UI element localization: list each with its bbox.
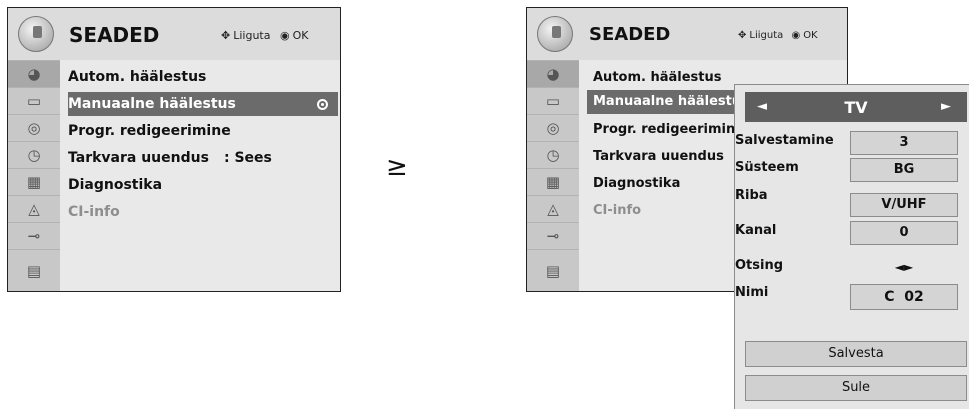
lock-icon-right[interactable]: ◬: [527, 195, 579, 222]
name-value[interactable]: C 02: [850, 284, 958, 310]
menu-item-ci-info[interactable]: CI-info: [68, 200, 338, 224]
field-label-search: Otsing: [735, 258, 784, 273]
mode-right-arrow-icon[interactable]: ►: [941, 99, 951, 114]
input-icon-right[interactable]: ⊸: [527, 222, 579, 249]
satellite-icon[interactable]: ◕: [8, 60, 60, 87]
lock-icon[interactable]: ◬: [8, 195, 60, 222]
ok-icon-right: ◉: [791, 30, 801, 41]
field-label-name: Nimi: [735, 285, 769, 300]
menu-item-auto-tuning[interactable]: Autom. häälestus: [68, 65, 338, 89]
audio-icon-right[interactable]: ◎: [527, 114, 579, 141]
options-icon[interactable]: ▦: [8, 168, 60, 195]
system-value[interactable]: BG: [850, 158, 958, 182]
field-label-band: Riba: [735, 188, 768, 203]
usb-icon[interactable]: ▤: [8, 249, 60, 291]
input-icon[interactable]: ⊸: [8, 222, 60, 249]
category-sidebar-right: ◕ ▭ ◎ ◷ ▦ ◬ ⊸ ▤: [527, 60, 579, 291]
mode-value: TV: [844, 98, 868, 117]
move-hint-label: Liiguta: [233, 29, 271, 42]
close-button[interactable]: Sule: [745, 375, 967, 401]
ok-icon: ◉: [279, 29, 290, 42]
settings-header: SEADED ✥ Liiguta ◉ OK: [8, 8, 340, 60]
settings-header-right: SEADED ✥ Liiguta ◉ OK: [527, 8, 847, 60]
search-arrows-icon[interactable]: ◄►: [850, 260, 958, 274]
satellite-logo-icon-right: [537, 16, 573, 52]
move-hint-label-right: Liiguta: [749, 30, 784, 41]
move-arrows-icon: ✥: [221, 29, 231, 42]
selected-radio-icon: [317, 99, 328, 110]
menu-item-program-edit[interactable]: Progr. redigeerimine: [68, 119, 338, 143]
clock-icon[interactable]: ◷: [8, 141, 60, 168]
satellite-icon-right[interactable]: ◕: [527, 60, 579, 87]
storage-value[interactable]: 3: [850, 131, 958, 155]
menu-item-software-update[interactable]: Tarkvara uuendus : Sees: [68, 146, 338, 170]
picture-icon-right[interactable]: ▭: [527, 87, 579, 114]
picture-icon[interactable]: ▭: [8, 87, 60, 114]
options-icon-right[interactable]: ▦: [527, 168, 579, 195]
transition-arrow: ≥: [386, 152, 408, 182]
mode-selector[interactable]: ◄ TV ►: [745, 92, 967, 122]
software-update-value: : Sees: [224, 150, 272, 166]
settings-panel-left: SEADED ✥ Liiguta ◉ OK ◕ ▭ ◎ ◷ ▦ ◬ ⊸ ▤ Auto…: [7, 7, 341, 292]
band-value[interactable]: V/UHF: [850, 193, 958, 217]
category-sidebar: ◕ ▭ ◎ ◷ ▦ ◬ ⊸ ▤: [8, 60, 60, 291]
page-title: SEADED: [69, 23, 160, 47]
menu-item-manual-tuning[interactable]: Manuaalne häälestus: [68, 92, 338, 116]
clock-icon-right[interactable]: ◷: [527, 141, 579, 168]
field-label-channel: Kanal: [735, 223, 777, 238]
menu-item-diagnostics[interactable]: Diagnostika: [68, 173, 338, 197]
usb-icon-right[interactable]: ▤: [527, 249, 579, 291]
ok-hint-label: OK: [292, 29, 309, 42]
field-label-storage: Salvestamine: [735, 133, 834, 148]
field-label-system: Süsteem: [735, 160, 799, 175]
move-arrows-icon-right: ✥: [738, 30, 747, 41]
audio-icon[interactable]: ◎: [8, 114, 60, 141]
navigation-hint-right: ✥ Liiguta ◉ OK: [738, 30, 818, 41]
satellite-logo-icon: [18, 16, 54, 52]
save-button[interactable]: Salvesta: [745, 341, 967, 367]
page-title-right: SEADED: [589, 24, 671, 45]
ok-hint-label-right: OK: [803, 30, 818, 41]
navigation-hint: ✥ Liiguta ◉ OK: [221, 29, 308, 42]
channel-value[interactable]: 0: [850, 221, 958, 245]
